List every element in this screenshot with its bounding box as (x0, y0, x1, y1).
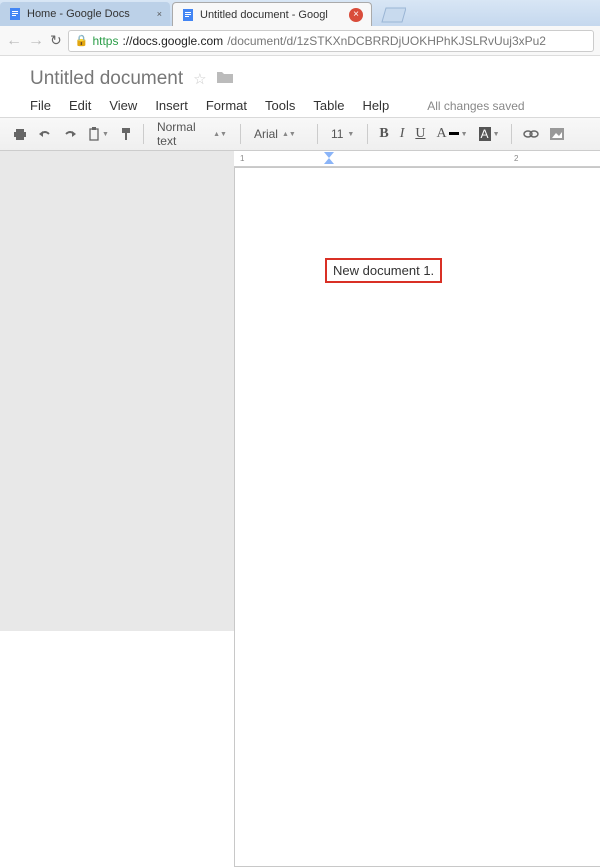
text-color-button[interactable]: A▼ (433, 124, 470, 144)
docs-icon (181, 8, 195, 22)
highlight-color-button[interactable]: A▼ (476, 125, 503, 143)
lock-icon: 🔒 (75, 34, 89, 47)
editor-area: 1 2 3 New document 1. (0, 151, 600, 631)
reload-button[interactable]: ↻ (50, 32, 62, 49)
separator (240, 124, 241, 144)
doc-header: Untitled document ☆ File Edit View Inser… (0, 56, 600, 117)
separator (143, 124, 144, 144)
menu-insert[interactable]: Insert (155, 98, 188, 113)
doc-title[interactable]: Untitled document (30, 68, 183, 90)
toolbar: ▼ Normal text▲▼ Arial▲▼ 11▼ B I U A▼ A▼ (0, 117, 600, 151)
menu-edit[interactable]: Edit (69, 98, 91, 113)
insert-image-button[interactable] (547, 126, 567, 142)
ruler[interactable]: 1 2 3 (234, 151, 600, 167)
italic-button[interactable]: I (397, 124, 408, 144)
tab-title: Untitled document - Googl (200, 9, 344, 21)
separator (511, 124, 512, 144)
separator (317, 124, 318, 144)
menu-table[interactable]: Table (313, 98, 344, 113)
menu-help[interactable]: Help (362, 98, 389, 113)
url-scheme: https (92, 34, 118, 48)
browser-nav-bar: ← → ↻ 🔒 https ://docs.google.com/document… (0, 26, 600, 56)
menu-tools[interactable]: Tools (265, 98, 295, 113)
tab-close-icon[interactable]: × (157, 9, 162, 19)
bold-button[interactable]: B (376, 124, 391, 144)
menu-bar: File Edit View Insert Format Tools Table… (30, 98, 570, 113)
browser-tab-strip: Home - Google Docs × Untitled document -… (0, 0, 600, 26)
docs-icon (8, 7, 22, 21)
paint-format-button[interactable] (117, 125, 135, 143)
tab-title: Home - Google Docs (27, 8, 152, 20)
url-host: ://docs.google.com (122, 34, 223, 48)
insert-link-button[interactable] (520, 127, 542, 141)
separator (367, 124, 368, 144)
tab-close-icon[interactable]: × (349, 8, 363, 22)
new-tab-button[interactable] (378, 6, 406, 24)
url-path: /document/d/1zSTKXnDCBRRDjUOKHPhKJSLRvUu… (227, 34, 546, 48)
print-button[interactable] (10, 126, 30, 143)
ruler-num: 2 (514, 154, 518, 163)
indent-marker-icon[interactable] (324, 152, 334, 166)
clipboard-button[interactable]: ▼ (85, 125, 112, 143)
font-size-dropdown[interactable]: 11▼ (326, 124, 359, 144)
forward-button[interactable]: → (28, 32, 44, 50)
menu-view[interactable]: View (109, 98, 137, 113)
paragraph-style-dropdown[interactable]: Normal text▲▼ (152, 117, 232, 151)
address-bar[interactable]: 🔒 https ://docs.google.com/document/d/1zS… (68, 30, 594, 52)
star-icon[interactable]: ☆ (193, 70, 206, 88)
menu-file[interactable]: File (30, 98, 51, 113)
menu-format[interactable]: Format (206, 98, 247, 113)
size-label: 11 (331, 127, 343, 141)
redo-button[interactable] (60, 126, 80, 142)
document-body-text[interactable]: New document 1. (325, 258, 442, 283)
save-status: All changes saved (427, 99, 524, 113)
underline-button[interactable]: U (412, 124, 428, 144)
back-button[interactable]: ← (6, 32, 22, 50)
browser-tab-home[interactable]: Home - Google Docs × (0, 2, 170, 26)
font-label: Arial (254, 127, 278, 141)
font-dropdown[interactable]: Arial▲▼ (249, 124, 309, 144)
document-page[interactable]: New document 1. (234, 167, 600, 867)
undo-button[interactable] (35, 126, 55, 142)
browser-tab-document[interactable]: Untitled document - Googl × (172, 2, 372, 26)
folder-icon[interactable] (217, 71, 233, 87)
style-label: Normal text (157, 120, 209, 148)
ruler-num: 1 (240, 154, 244, 163)
